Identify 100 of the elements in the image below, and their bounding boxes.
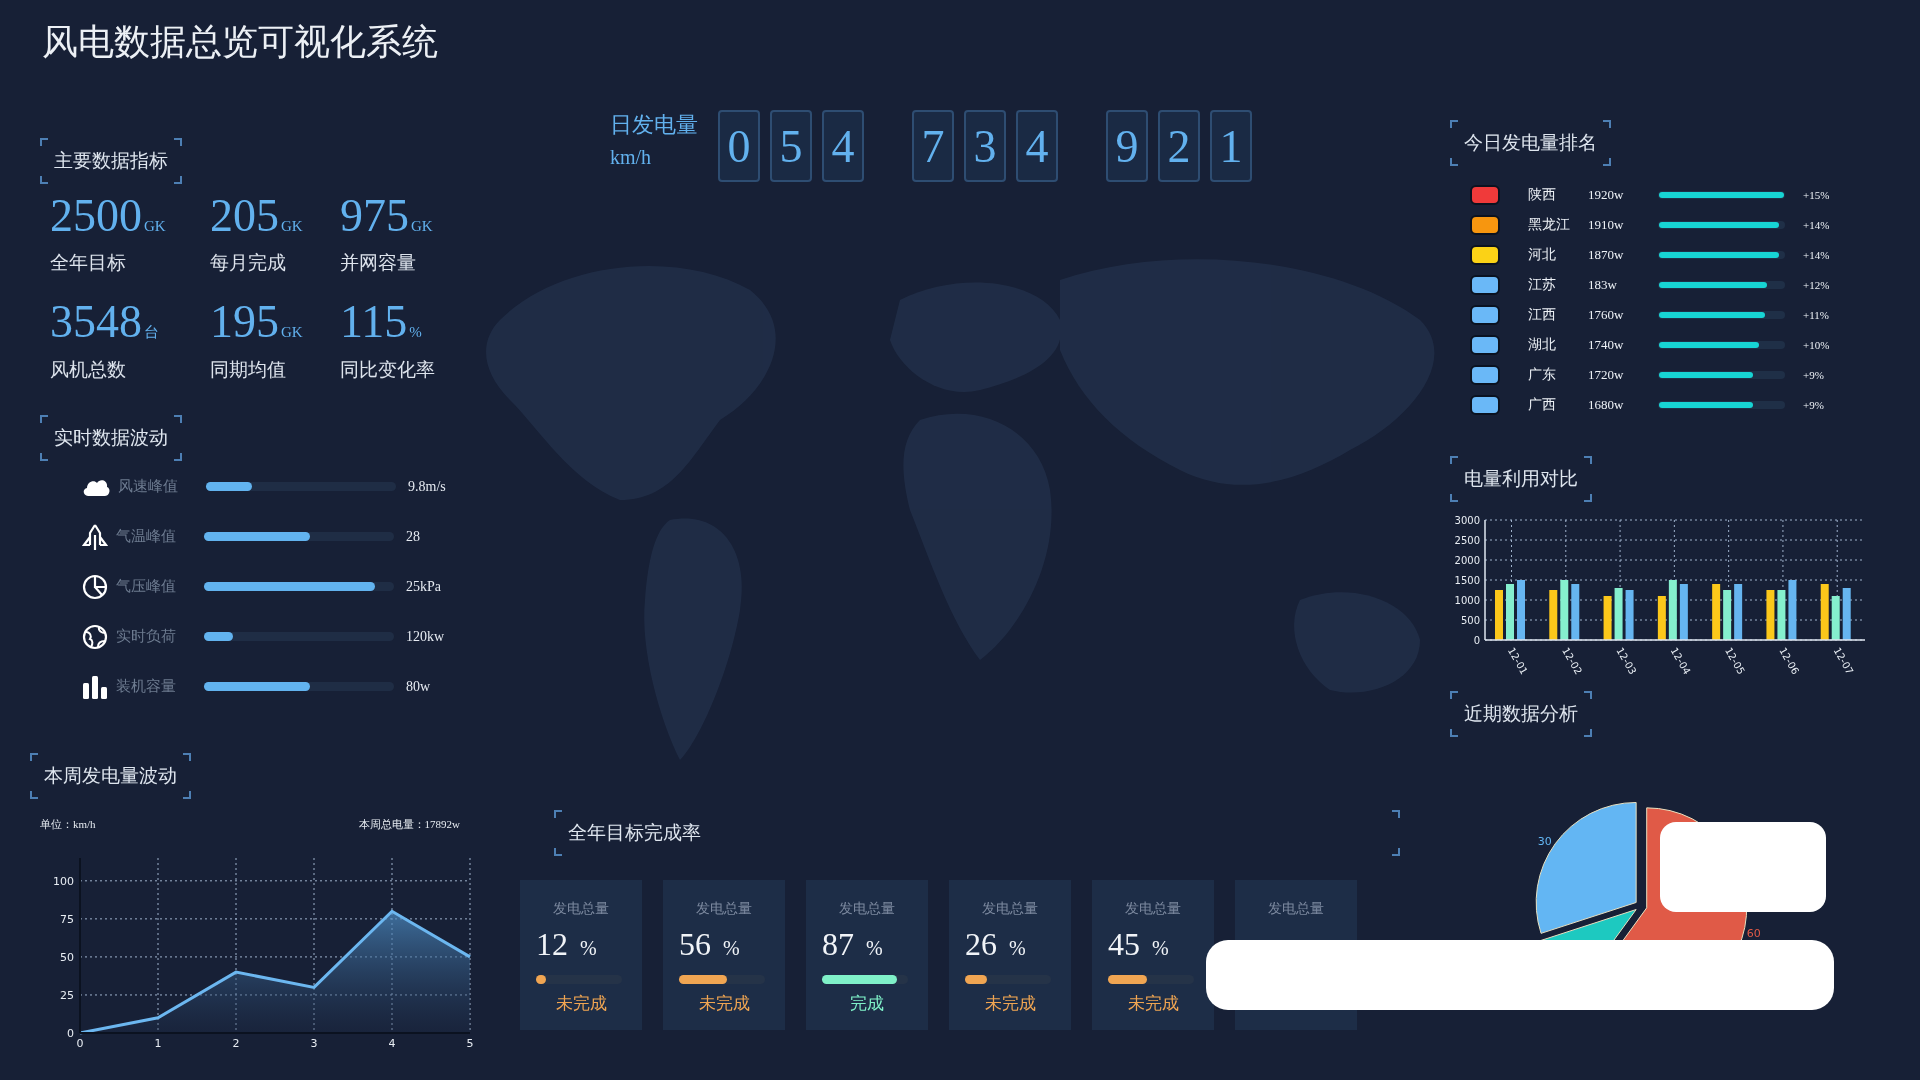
- metric-label: 同比变化率: [340, 357, 436, 382]
- chart-bar: [1560, 580, 1569, 640]
- power-value: 1720w: [1588, 367, 1625, 383]
- section-title: 电量利用对比: [1450, 456, 1592, 502]
- chart-bar: [1831, 596, 1840, 640]
- axis-tick-label: 3: [310, 1036, 318, 1050]
- metric-value: 115%: [340, 298, 423, 347]
- axis-tick-label: 2500: [1454, 535, 1480, 546]
- counter-unit: km/h: [610, 146, 653, 169]
- pie-chart-icon: [82, 573, 108, 600]
- metric-reading: 120kw: [406, 628, 445, 645]
- change-value: +11%: [1803, 309, 1829, 321]
- chart-bar: [1614, 588, 1623, 640]
- metric-label: 风速峰值: [118, 477, 179, 497]
- status-label: 未完成: [984, 993, 1036, 1015]
- power-value: 183w: [1588, 277, 1618, 293]
- metric-label: 气温峰值: [116, 527, 177, 547]
- chart-bar: [1712, 584, 1721, 640]
- globe-icon: [82, 623, 108, 650]
- metric-label: 并网容量: [340, 251, 417, 276]
- axis-tick-label: 0: [67, 1026, 74, 1040]
- chart-bar: [1657, 596, 1666, 640]
- province-name: 江苏: [1528, 276, 1557, 294]
- metric-value: 975 GK: [340, 192, 434, 241]
- metric-label: 全年目标: [50, 251, 127, 276]
- axis-tick-label: 500: [1460, 615, 1480, 626]
- chart-bar: [1723, 590, 1732, 640]
- change-value: +12%: [1803, 279, 1830, 291]
- digit-tile: 5: [770, 110, 812, 182]
- metric-label: 风机总数: [50, 357, 127, 382]
- chart-bar: [1842, 588, 1851, 640]
- chart-bar: [1506, 584, 1514, 640]
- metric-reading: 25kPa: [406, 578, 441, 595]
- card-label: 发电总量: [1268, 900, 1324, 918]
- chart-bar: [1603, 596, 1612, 640]
- axis-tick-label: 100: [53, 874, 74, 888]
- metric-label: 气压峰值: [116, 577, 177, 597]
- metric-label: 同期均值: [210, 357, 287, 382]
- axis-tick-label: 1500: [1454, 575, 1480, 586]
- chart-bar: [1495, 590, 1503, 640]
- metric-value: 2500GK: [50, 192, 167, 241]
- chart-bar: [1820, 584, 1829, 640]
- card-value: 45 %: [1108, 926, 1169, 963]
- axis-tick-label: 1: [154, 1036, 162, 1050]
- card-label: 发电总量: [1125, 900, 1181, 918]
- chart-bar: [1777, 590, 1786, 640]
- unit-label: 单位：km/h: [40, 816, 96, 832]
- digit-tile: 2: [1158, 110, 1200, 182]
- axis-tick-label: 3000: [1454, 515, 1480, 526]
- axis-tick-label: 50: [60, 950, 74, 964]
- card-label: 发电总量: [839, 900, 895, 918]
- power-value: 1760w: [1588, 307, 1625, 323]
- card-value: 12 %: [536, 926, 597, 963]
- province-name: 陕西: [1528, 186, 1557, 204]
- card-value: 56 %: [679, 926, 740, 963]
- change-value: +14%: [1803, 249, 1830, 261]
- axis-tick-label: 0: [76, 1036, 84, 1050]
- metric-reading: 9.8m/s: [408, 478, 446, 495]
- axis-tick-label: 0: [1473, 635, 1480, 646]
- axis-tick-label: 2: [232, 1036, 240, 1050]
- axis-tick-label: 5: [466, 1036, 474, 1050]
- province-name: 黑龙江: [1528, 216, 1571, 234]
- status-label: 未完成: [555, 993, 607, 1015]
- axis-tick-label: 4: [388, 1036, 396, 1050]
- change-value: +14%: [1803, 219, 1830, 231]
- metric-reading: 28: [406, 528, 420, 545]
- status-label: 未完成: [698, 993, 750, 1015]
- chart-bar: [1679, 584, 1688, 640]
- digit-tile: 7: [912, 110, 954, 182]
- axis-tick-label: 1000: [1454, 595, 1480, 606]
- counter-label: 日发电量: [610, 111, 698, 139]
- power-value: 1740w: [1588, 337, 1625, 353]
- status-label: 完成: [850, 993, 884, 1015]
- province-name: 江西: [1528, 306, 1557, 324]
- digit-tile: 3: [964, 110, 1006, 182]
- digit-tile: 0: [718, 110, 760, 182]
- power-value: 1920w: [1588, 187, 1625, 203]
- card-label: 发电总量: [553, 900, 609, 918]
- metric-reading: 80w: [406, 678, 431, 695]
- chart-bar: [1734, 584, 1743, 640]
- axis-tick-label: 25: [60, 988, 74, 1002]
- metric-label: 实时负荷: [116, 627, 177, 647]
- digit-tile: 9: [1106, 110, 1148, 182]
- chart-bar: [1517, 580, 1525, 640]
- bar-chart-icon: [82, 674, 108, 699]
- digit-tile: 4: [1016, 110, 1058, 182]
- metric-label: 每月完成: [210, 251, 287, 276]
- power-value: 1910w: [1588, 217, 1625, 233]
- card-value: 87 %: [822, 926, 883, 963]
- axis-tick-label: 75: [60, 912, 74, 926]
- section-title: 全年目标完成率: [554, 810, 1400, 856]
- province-name: 湖北: [1528, 336, 1557, 354]
- rocket-icon: [82, 522, 108, 551]
- chart-bar: [1625, 590, 1634, 640]
- chart-bar: [1766, 590, 1775, 640]
- page-title: 风电数据总览可视化系统: [42, 21, 439, 64]
- digit-tile: 4: [822, 110, 864, 182]
- power-value: 1870w: [1588, 247, 1625, 263]
- chart-bar: [1668, 580, 1677, 640]
- status-label: 未完成: [1127, 993, 1179, 1015]
